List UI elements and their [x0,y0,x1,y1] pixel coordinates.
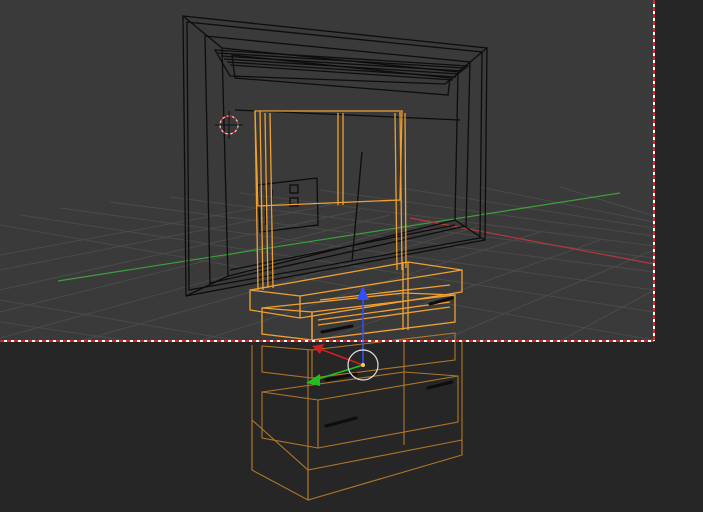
3d-viewport[interactable] [0,0,703,512]
gizmo-pivot [361,363,365,367]
viewport-canvas[interactable] [0,0,703,512]
viewport-background-lower [0,341,703,512]
viewport-background-upper [0,0,654,341]
